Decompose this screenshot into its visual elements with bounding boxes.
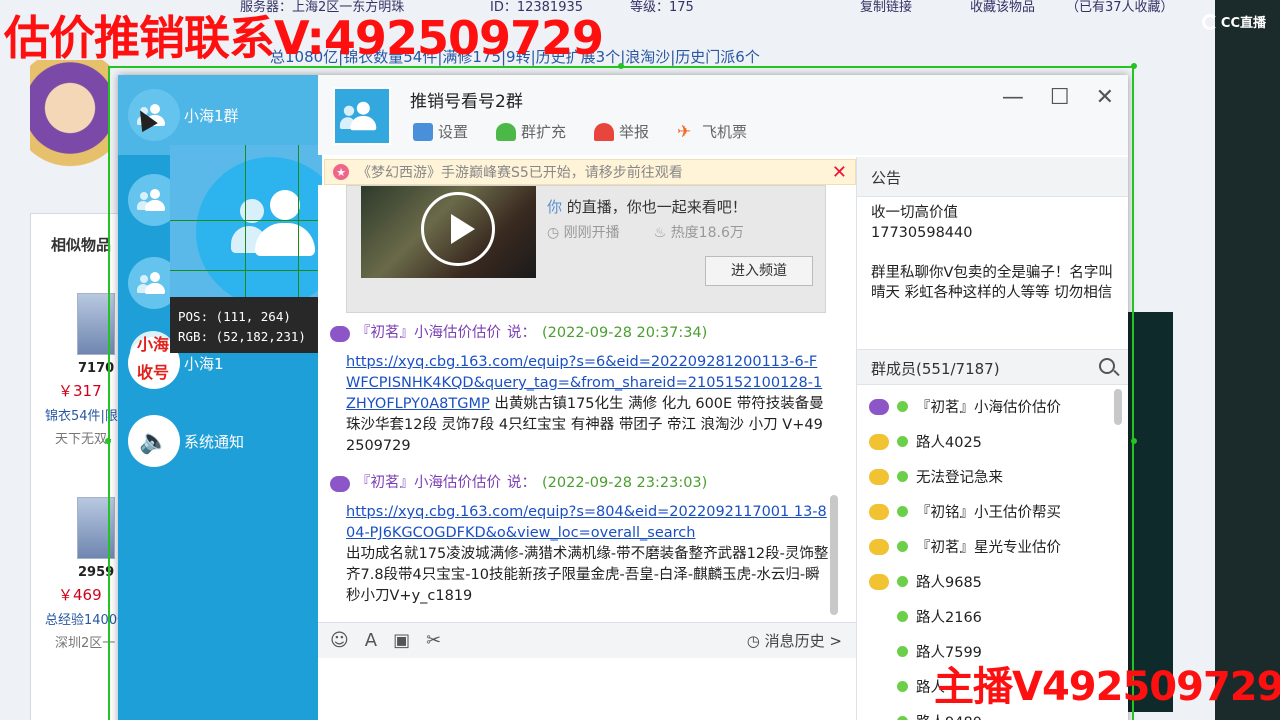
copy-link[interactable]: 复制链接 <box>860 0 912 15</box>
selection-handle[interactable] <box>105 438 111 444</box>
item-tag[interactable]: 总经验1400亿 <box>45 609 130 628</box>
selection-handle[interactable] <box>1131 63 1137 69</box>
selection-handle[interactable] <box>618 63 624 69</box>
item-tag[interactable]: 锦衣54件|限 <box>45 405 118 424</box>
level-text: 等级：175 <box>630 0 694 15</box>
overlay-streamer-text: 主播V492509729 <box>934 664 1280 710</box>
favorite-count: （已有37人收藏） <box>1066 0 1174 15</box>
similar-item[interactable]: 7170 ￥317 锦衣54件|限 天下无双- <box>45 293 118 447</box>
item-price: ￥469 <box>58 586 102 604</box>
item-price: ￥317 <box>58 382 102 400</box>
character-avatar <box>30 60 110 180</box>
stream-right-border <box>1215 0 1280 720</box>
cc-live-logo: CC直播 <box>1201 12 1266 31</box>
cc-logo-icon <box>1201 13 1218 30</box>
selection-frame <box>108 66 1134 720</box>
favorite-link[interactable]: 收藏该物品 <box>970 0 1035 15</box>
item-number: 2959 <box>78 565 115 580</box>
overlay-contact-text: 估价推销联系V:492509729 <box>4 11 604 65</box>
cc-logo-text: CC直播 <box>1220 16 1266 31</box>
similar-items-title: 相似物品 <box>51 236 112 254</box>
item-number: 7170 <box>78 361 115 376</box>
item-server: 深圳2区一 <box>55 636 116 651</box>
selection-handle[interactable] <box>1131 438 1137 444</box>
item-server: 天下无双- <box>55 432 112 447</box>
similar-item[interactable]: 2959 ￥469 总经验1400亿 深圳2区一 <box>45 497 130 651</box>
